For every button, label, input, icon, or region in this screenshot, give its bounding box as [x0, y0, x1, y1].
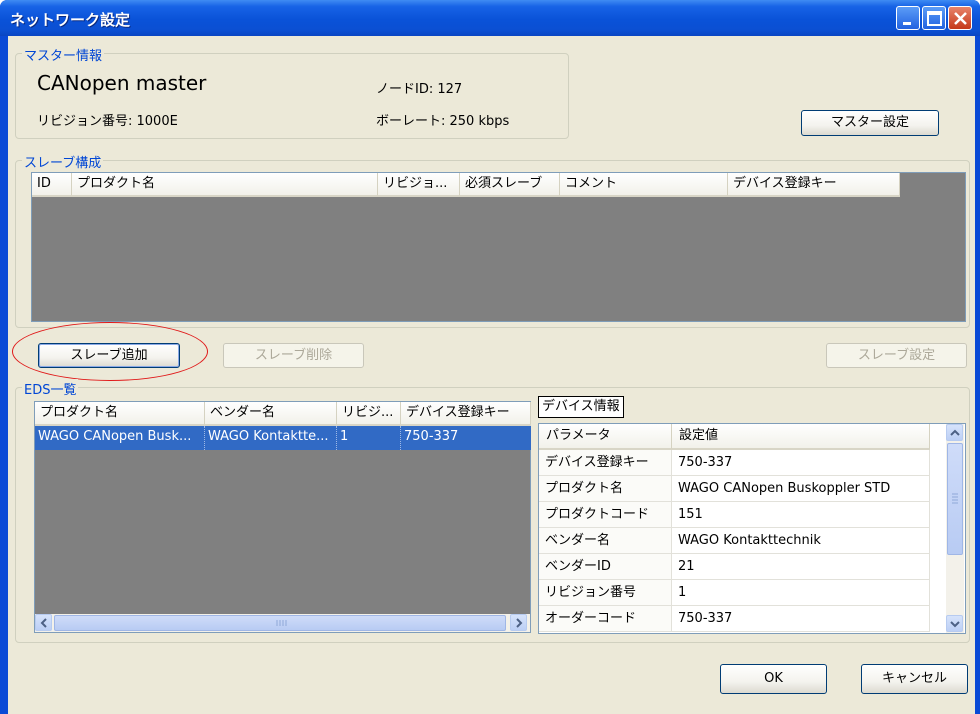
property-value: 750-337 — [672, 606, 930, 632]
property-value: 21 — [672, 554, 930, 580]
column-header[interactable]: リビジ... — [337, 402, 401, 426]
scroll-right-button[interactable] — [510, 614, 527, 631]
ok-button[interactable]: OK — [720, 664, 827, 694]
master-info-group: マスター情報 CANopen master リビジョン番号: 1000E ノード… — [15, 45, 569, 139]
title-bar[interactable]: ネットワーク設定 — [0, 0, 980, 36]
scroll-left-button[interactable] — [35, 614, 52, 631]
scroll-thumb[interactable] — [947, 443, 963, 555]
slave-config-title: スレーブ構成 — [22, 152, 104, 171]
master-node-id: ノードID: 127 — [376, 82, 463, 97]
scroll-thumb[interactable] — [54, 615, 506, 631]
property-value: 1 — [672, 580, 930, 606]
slave-list-header: ID プロダクト名 リビジョ... 必須スレーブ コメント デバイス登録キー — [32, 173, 900, 197]
property-row[interactable]: オーダーコード 750-337 — [539, 606, 930, 632]
property-row[interactable]: プロダクト名 WAGO CANopen Buskoppler STD — [539, 476, 930, 502]
device-info-vertical-scrollbar[interactable] — [946, 424, 964, 633]
column-header[interactable]: コメント — [560, 173, 728, 197]
network-settings-window: ネットワーク設定 マスター情報 CANopen master リビジョン番号: … — [0, 0, 980, 714]
eds-list-header: プロダクト名 ベンダー名 リビジ... デバイス登録キー — [35, 402, 531, 426]
property-name: ベンダーID — [539, 554, 672, 580]
property-row[interactable]: デバイス登録キー 750-337 — [539, 450, 930, 476]
maximize-button[interactable] — [922, 6, 946, 30]
master-name: CANopen master — [37, 71, 207, 95]
eds-horizontal-scrollbar[interactable] — [35, 614, 530, 632]
property-row[interactable]: ベンダー名 WAGO Kontakttechnik — [539, 528, 930, 554]
property-value: WAGO Kontakttechnik — [672, 528, 930, 554]
chevron-right-icon — [516, 618, 523, 628]
eds-list[interactable]: プロダクト名 ベンダー名 リビジ... デバイス登録キー WAGO CANope… — [34, 401, 531, 633]
column-header[interactable]: 設定値 — [672, 424, 930, 450]
device-info-header: パラメータ 設定値 — [539, 424, 930, 450]
dialog-client-area: マスター情報 CANopen master リビジョン番号: 1000E ノード… — [8, 36, 975, 714]
property-name: リビジョン番号 — [539, 580, 672, 606]
maximize-icon — [927, 11, 942, 26]
delete-slave-button[interactable]: スレーブ削除 — [223, 343, 364, 368]
scroll-down-button[interactable] — [946, 615, 963, 632]
master-baudrate: ボーレート: 250 kbps — [376, 114, 510, 129]
property-value: WAGO CANopen Buskoppler STD — [672, 476, 930, 502]
chevron-left-icon — [40, 618, 47, 628]
column-header[interactable]: デバイス登録キー — [401, 402, 531, 426]
master-revision: リビジョン番号: 1000E — [37, 114, 178, 129]
property-name: オーダーコード — [539, 606, 672, 632]
property-value: 151 — [672, 502, 930, 528]
property-name: プロダクト名 — [539, 476, 672, 502]
column-header[interactable]: プロダクト名 — [72, 173, 378, 197]
minimize-button[interactable] — [896, 6, 920, 30]
property-name: デバイス登録キー — [539, 450, 672, 476]
close-button[interactable] — [948, 6, 972, 30]
column-header[interactable]: 必須スレーブ — [460, 173, 560, 197]
master-settings-button[interactable]: マスター設定 — [801, 110, 939, 136]
master-info-title: マスター情報 — [22, 45, 105, 64]
slave-settings-button[interactable]: スレーブ設定 — [826, 343, 967, 368]
property-row[interactable]: ベンダーID 21 — [539, 554, 930, 580]
property-name: ベンダー名 — [539, 528, 672, 554]
property-value: 750-337 — [672, 450, 930, 476]
grip-icon — [952, 493, 958, 504]
device-info-tab[interactable]: デバイス情報 — [538, 396, 624, 418]
eds-cell: WAGO CANopen Busk... — [35, 426, 205, 450]
column-header[interactable]: プロダクト名 — [35, 402, 205, 426]
close-icon — [954, 12, 967, 25]
property-row[interactable]: プロダクトコード 151 — [539, 502, 930, 528]
eds-list-title: EDS一覧 — [22, 379, 79, 398]
eds-cell: 750-337 — [404, 429, 459, 444]
eds-row-selected[interactable]: WAGO CANopen Busk... WAGO Kontaktte... 1… — [35, 426, 531, 450]
column-header[interactable]: パラメータ — [539, 424, 672, 450]
eds-cell: 1 — [337, 426, 401, 450]
add-slave-button[interactable]: スレーブ追加 — [38, 343, 180, 368]
column-header[interactable]: ベンダー名 — [205, 402, 337, 426]
column-header[interactable]: ID — [32, 173, 72, 197]
chevron-down-icon — [950, 621, 960, 628]
chevron-up-icon — [950, 429, 960, 436]
slave-list[interactable]: ID プロダクト名 リビジョ... 必須スレーブ コメント デバイス登録キー — [31, 172, 966, 322]
grip-icon — [276, 620, 287, 626]
property-row[interactable]: リビジョン番号 1 — [539, 580, 930, 606]
device-info-grid[interactable]: パラメータ 設定値 デバイス登録キー 750-337 プロダクト名 WAGO C… — [538, 423, 966, 634]
minimize-icon — [903, 22, 911, 25]
column-header[interactable]: デバイス登録キー — [728, 173, 900, 197]
scroll-up-button[interactable] — [946, 424, 963, 441]
column-header[interactable]: リビジョ... — [378, 173, 460, 197]
eds-cell: WAGO Kontaktte... — [205, 426, 337, 450]
property-name: プロダクトコード — [539, 502, 672, 528]
cancel-button[interactable]: キャンセル — [861, 664, 968, 694]
window-title: ネットワーク設定 — [10, 11, 131, 29]
